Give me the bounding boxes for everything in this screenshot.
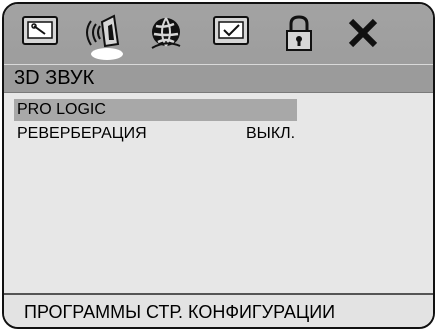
settings-screen-icon[interactable] <box>21 14 61 58</box>
status-text: ПРОГРАММЫ СТР. КОНФИГУРАЦИИ <box>24 302 336 322</box>
section-title: 3D ЗВУК <box>14 67 95 89</box>
menu-item-label: РЕВЕРБЕРАЦИЯ <box>17 125 147 142</box>
status-bar: ПРОГРАММЫ СТР. КОНФИГУРАЦИИ <box>4 293 433 327</box>
globe-language-icon[interactable] <box>146 14 186 58</box>
lock-icon[interactable] <box>279 14 319 58</box>
menu-item-reverberation[interactable]: РЕВЕРБЕРАЦИЯ ВЫКЛ. <box>14 123 314 145</box>
menu-item-label: PRO LOGIC <box>17 101 106 118</box>
menu-item-pro-logic[interactable]: PRO LOGIC <box>14 99 297 121</box>
section-title-bar: 3D ЗВУК <box>4 64 433 93</box>
menu-toolbar <box>4 4 433 64</box>
audio-speaker-icon[interactable] <box>80 12 130 60</box>
osd-menu-screen: 3D ЗВУК PRO LOGIC РЕВЕРБЕРАЦИЯ ВЫКЛ. ПРО… <box>2 2 435 329</box>
menu-content: PRO LOGIC РЕВЕРБЕРАЦИЯ ВЫКЛ. <box>4 93 433 292</box>
checkmark-screen-icon[interactable] <box>212 14 252 58</box>
menu-item-value: ВЫКЛ. <box>246 125 296 142</box>
close-icon[interactable] <box>340 14 386 58</box>
